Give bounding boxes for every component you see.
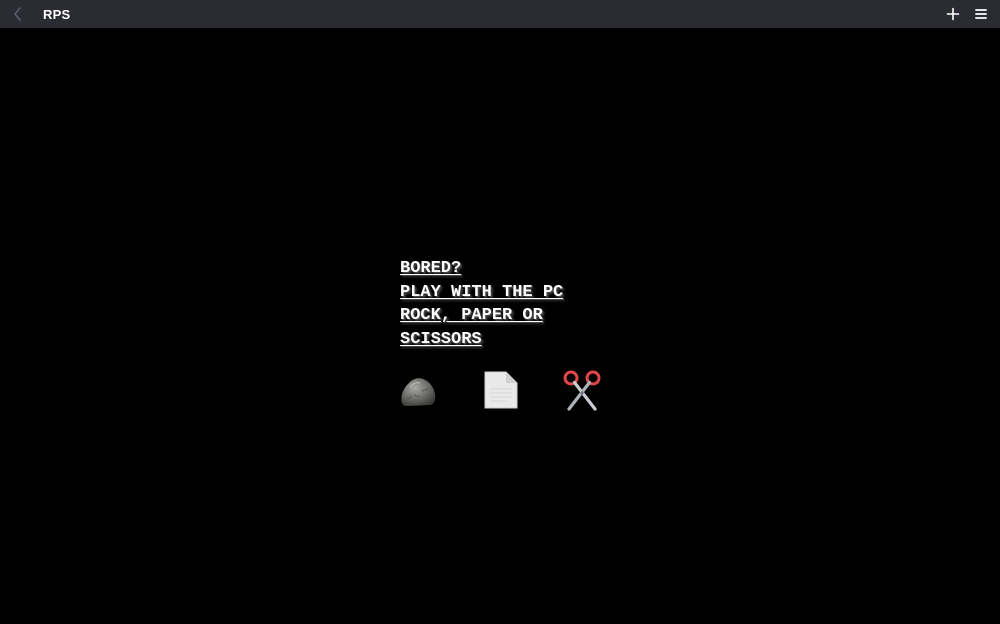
paper-button[interactable] bbox=[482, 369, 522, 411]
back-button[interactable] bbox=[4, 0, 32, 28]
game-panel: BORED? PLAY WITH THE PC ROCK, PAPER OR S… bbox=[400, 257, 640, 413]
headline-line: BORED? bbox=[400, 259, 462, 278]
chevron-left-icon bbox=[14, 7, 21, 21]
headline: BORED? PLAY WITH THE PC ROCK, PAPER OR S… bbox=[400, 257, 640, 351]
scissors-button[interactable] bbox=[562, 369, 602, 411]
headline-line: ROCK, PAPER OR bbox=[400, 306, 543, 325]
paper-icon bbox=[484, 371, 518, 409]
hamburger-menu-icon bbox=[975, 9, 987, 19]
headline-line: PLAY WITH THE PC bbox=[400, 282, 564, 302]
choice-row bbox=[400, 369, 640, 413]
rock-button[interactable] bbox=[398, 369, 438, 411]
plus-icon bbox=[946, 7, 960, 21]
headline-line: SCISSORS bbox=[400, 329, 482, 349]
rock-icon bbox=[401, 378, 436, 406]
menu-button[interactable] bbox=[970, 3, 992, 25]
add-button[interactable] bbox=[942, 3, 964, 25]
title-bar: RPS bbox=[0, 0, 1000, 28]
window-title: RPS bbox=[43, 6, 71, 22]
scissors-icon bbox=[563, 370, 601, 411]
